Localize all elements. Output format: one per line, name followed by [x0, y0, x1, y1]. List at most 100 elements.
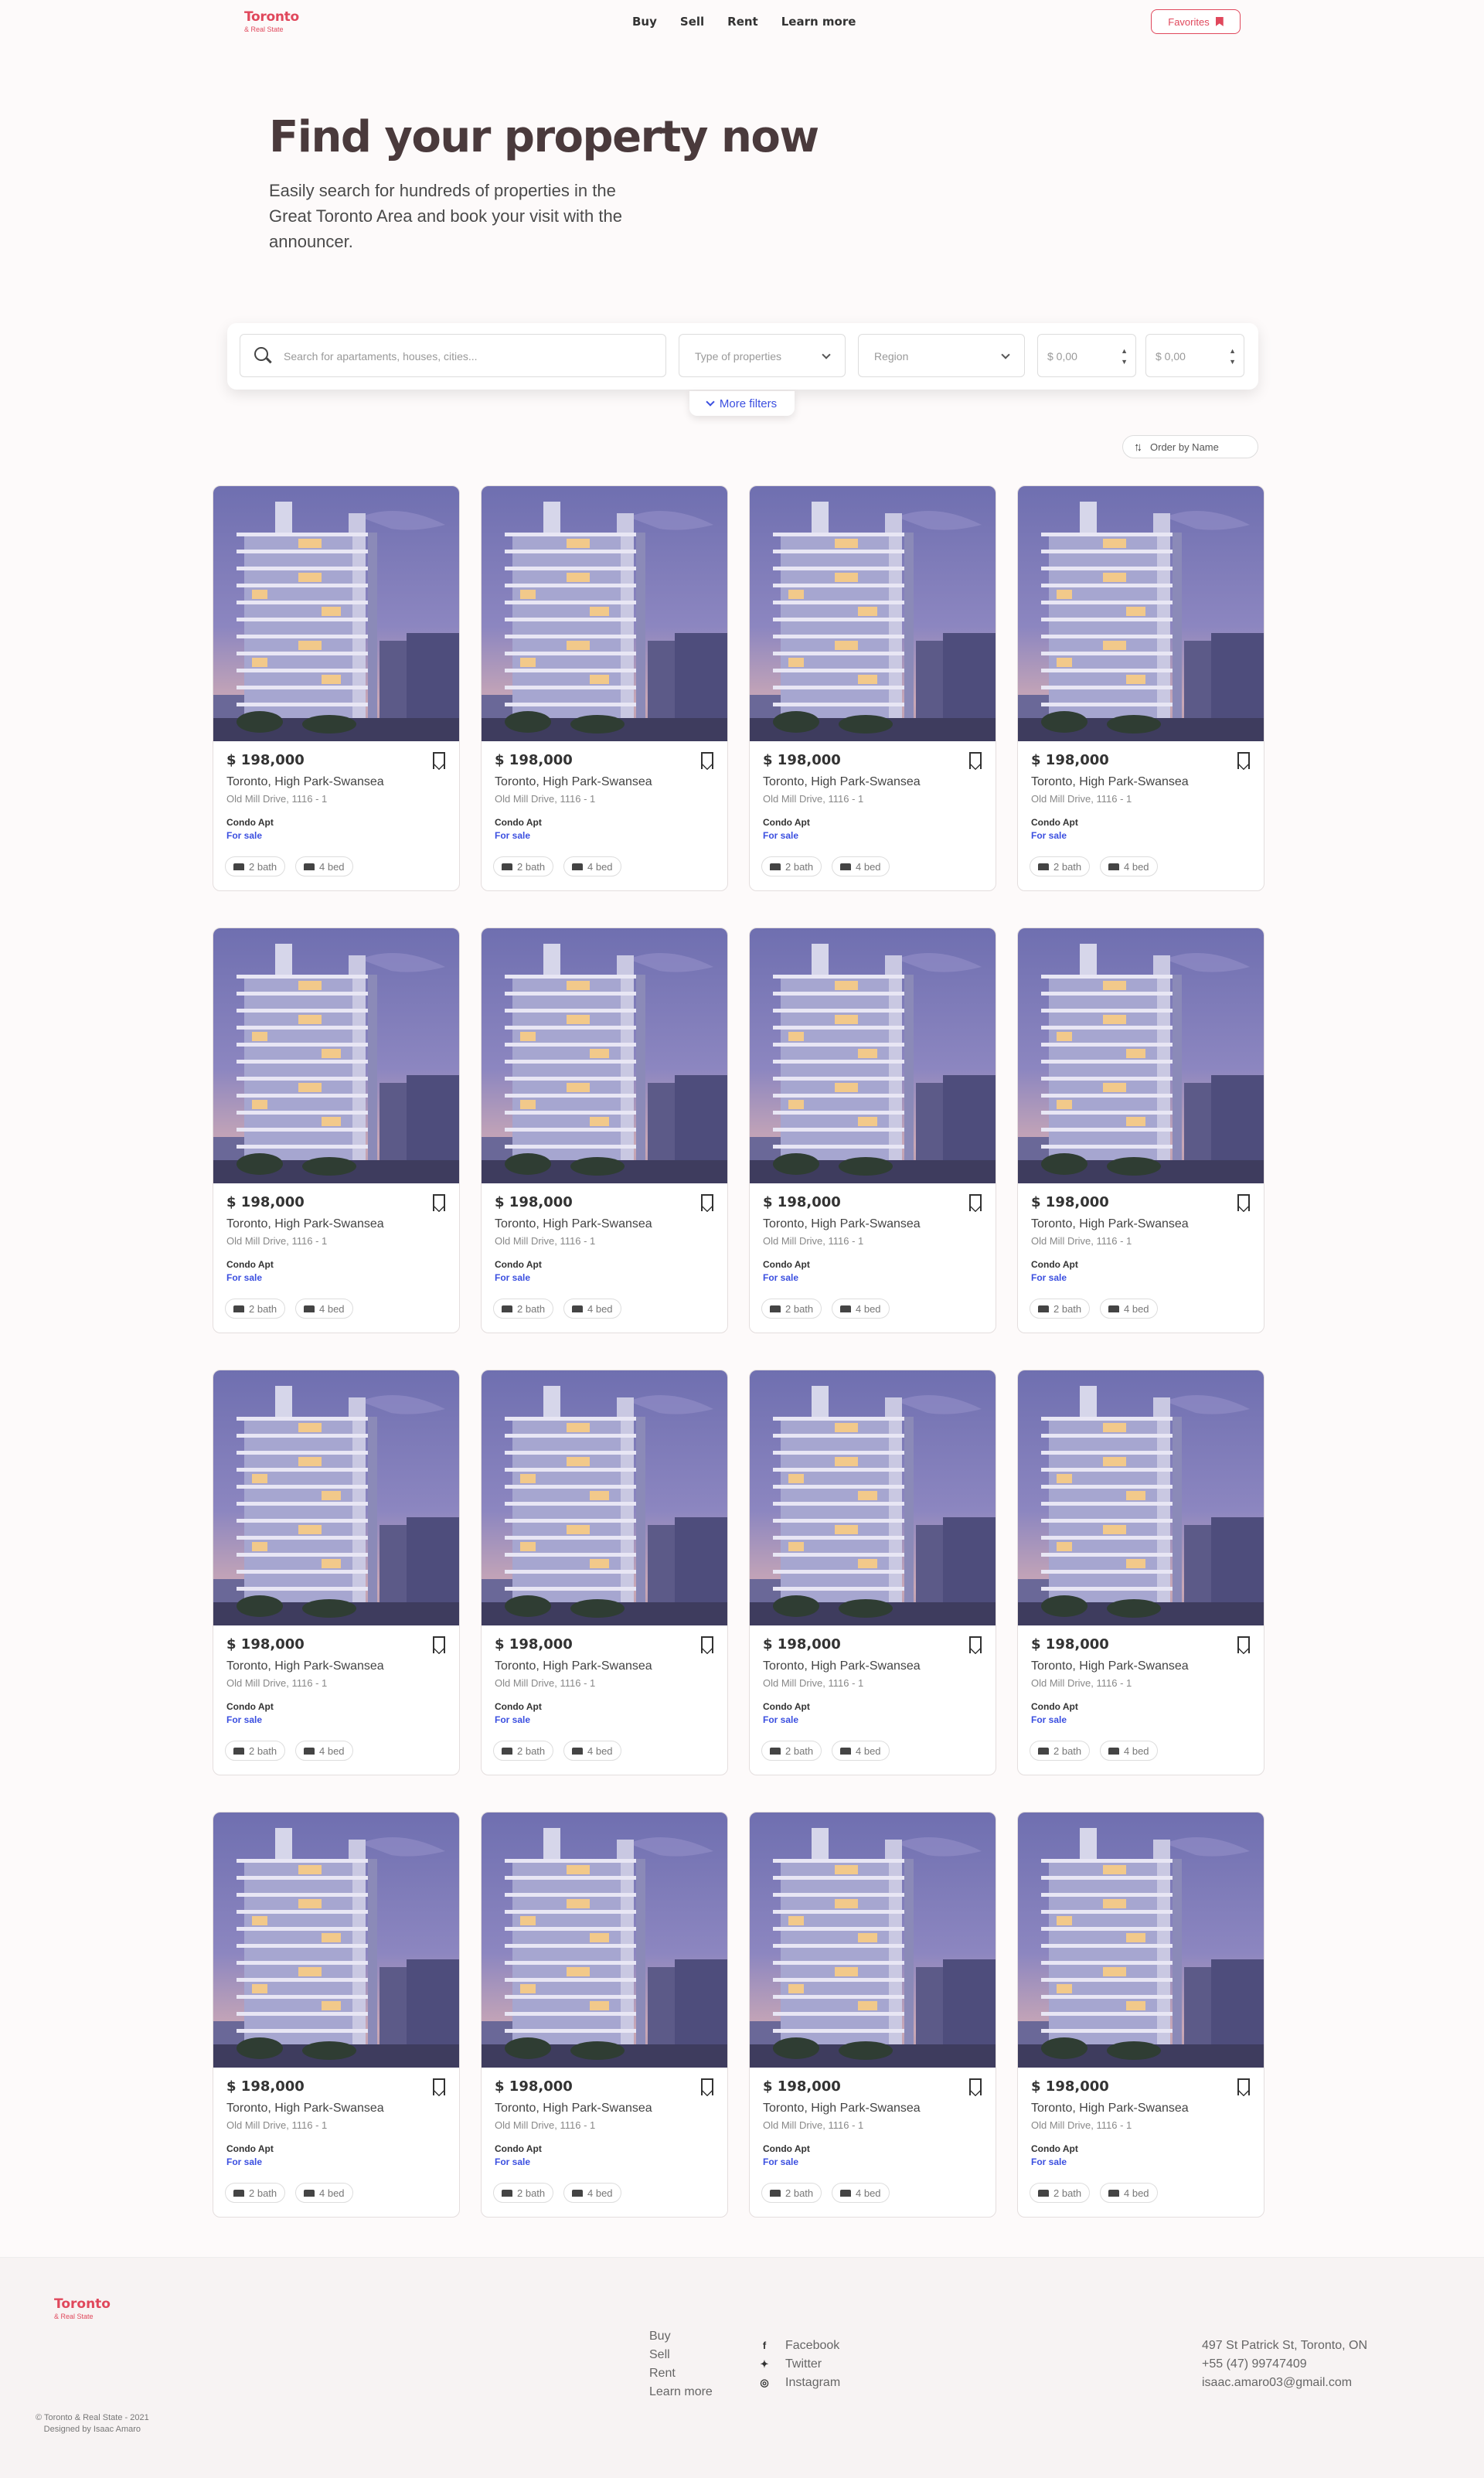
social-facebook[interactable]: f Facebook	[759, 2337, 840, 2355]
property-card[interactable]: $ 198,000 Toronto, High Park-Swansea Old…	[749, 1812, 996, 2218]
property-image[interactable]	[1018, 486, 1264, 741]
nav-rent[interactable]: Rent	[727, 15, 758, 29]
property-status: For sale	[1031, 1272, 1067, 1283]
property-image[interactable]	[213, 1813, 459, 2068]
property-card[interactable]: $ 198,000 Toronto, High Park-Swansea Old…	[749, 928, 996, 1333]
bookmark-icon[interactable]	[968, 1194, 982, 1212]
property-status: For sale	[226, 1714, 263, 1725]
nav-buy[interactable]: Buy	[632, 15, 657, 29]
bookmark-icon[interactable]	[700, 2078, 713, 2096]
bed-chip: 4 bed	[832, 1299, 890, 1319]
property-card[interactable]: $ 198,000 Toronto, High Park-Swansea Old…	[749, 1370, 996, 1775]
min-price-input[interactable]: $ 0,00 ▲ ▼	[1037, 334, 1136, 377]
property-card[interactable]: $ 198,000 Toronto, High Park-Swansea Old…	[481, 928, 728, 1333]
property-card[interactable]: $ 198,000 Toronto, High Park-Swansea Old…	[1017, 485, 1264, 891]
bookmark-icon[interactable]	[432, 752, 445, 770]
property-price: $ 198,000	[226, 2078, 305, 2095]
favorites-button[interactable]: Favorites	[1151, 9, 1241, 34]
property-image[interactable]	[482, 1813, 727, 2068]
property-image[interactable]	[1018, 1813, 1264, 2068]
property-type-select[interactable]: Type of properties	[679, 334, 846, 377]
region-select[interactable]: Region	[858, 334, 1025, 377]
bed-icon	[304, 2189, 315, 2197]
footer-link-buy[interactable]: Buy	[649, 2327, 713, 2346]
contact-phone[interactable]: +55 (47) 99747409	[1202, 2355, 1367, 2374]
property-image[interactable]	[482, 486, 727, 741]
bed-count: 4 bed	[856, 1302, 881, 1315]
property-card[interactable]: $ 198,000 Toronto, High Park-Swansea Old…	[749, 485, 996, 891]
property-card[interactable]: $ 198,000 Toronto, High Park-Swansea Old…	[481, 1812, 728, 2218]
logo[interactable]: Toronto & Real State	[244, 9, 299, 33]
property-card[interactable]: $ 198,000 Toronto, High Park-Swansea Old…	[213, 928, 460, 1333]
footer-link-sell[interactable]: Sell	[649, 2346, 713, 2364]
order-by-button[interactable]: ↑↓ Order by Name	[1122, 435, 1258, 458]
stepper-icon[interactable]: ▲ ▼	[1121, 345, 1128, 367]
designer-credit: Designed by Isaac Amaro	[43, 2425, 141, 2434]
bookmark-icon[interactable]	[1237, 2078, 1250, 2096]
search-icon	[254, 347, 268, 361]
bookmark-icon[interactable]	[432, 1194, 445, 1212]
search-input[interactable]: Search for apartaments, houses, cities..…	[240, 334, 666, 377]
footer-links: Buy Sell Rent Learn more	[649, 2327, 713, 2401]
property-price: $ 198,000	[763, 1194, 841, 1210]
more-filters-button[interactable]: More filters	[689, 391, 795, 416]
property-image[interactable]	[213, 928, 459, 1183]
property-status: For sale	[1031, 830, 1067, 841]
bookmark-icon[interactable]	[700, 752, 713, 770]
property-image[interactable]	[482, 1370, 727, 1625]
footer-link-rent[interactable]: Rent	[649, 2364, 713, 2383]
bathtub-icon	[502, 863, 512, 870]
bath-count: 2 bath	[249, 1302, 277, 1315]
property-card[interactable]: $ 198,000 Toronto, High Park-Swansea Old…	[213, 1812, 460, 2218]
property-type: Condo Apt	[1031, 817, 1078, 828]
bookmark-icon[interactable]	[432, 1636, 445, 1654]
contact-email[interactable]: isaac.amaro03@gmail.com	[1202, 2374, 1367, 2392]
property-image[interactable]	[213, 486, 459, 741]
favorites-label: Favorites	[1168, 15, 1210, 28]
social-instagram[interactable]: ◎ Instagram	[759, 2374, 840, 2392]
property-image[interactable]	[1018, 928, 1264, 1183]
bed-count: 4 bed	[856, 2187, 881, 2199]
bookmark-icon[interactable]	[968, 752, 982, 770]
bookmark-icon[interactable]	[700, 1636, 713, 1654]
property-image[interactable]	[1018, 1370, 1264, 1625]
max-price-input[interactable]: $ 0,00 ▲ ▼	[1145, 334, 1244, 377]
footer-link-learn-more[interactable]: Learn more	[649, 2383, 713, 2401]
bookmark-icon[interactable]	[1237, 1194, 1250, 1212]
property-image[interactable]	[482, 928, 727, 1183]
nav-learn-more[interactable]: Learn more	[781, 15, 856, 29]
property-image[interactable]	[750, 928, 996, 1183]
bookmark-icon[interactable]	[1237, 1636, 1250, 1654]
property-image[interactable]	[750, 486, 996, 741]
property-image[interactable]	[750, 1813, 996, 2068]
property-card[interactable]: $ 198,000 Toronto, High Park-Swansea Old…	[1017, 1370, 1264, 1775]
property-card[interactable]: $ 198,000 Toronto, High Park-Swansea Old…	[1017, 928, 1264, 1333]
social-twitter[interactable]: ✦ Twitter	[759, 2355, 840, 2374]
bookmark-icon[interactable]	[1237, 752, 1250, 770]
bed-count: 4 bed	[587, 2187, 613, 2199]
footer-logo[interactable]: Toronto & Real State	[54, 2296, 111, 2320]
property-image[interactable]	[750, 1370, 996, 1625]
property-address: Old Mill Drive, 1116 - 1	[1031, 2119, 1132, 2131]
bookmark-icon[interactable]	[700, 1194, 713, 1212]
property-location: Toronto, High Park-Swansea	[1031, 775, 1189, 788]
bed-chip: 4 bed	[832, 2183, 890, 2203]
property-card[interactable]: $ 198,000 Toronto, High Park-Swansea Old…	[213, 485, 460, 891]
property-card[interactable]: $ 198,000 Toronto, High Park-Swansea Old…	[481, 1370, 728, 1775]
property-price: $ 198,000	[1031, 1636, 1109, 1653]
bath-count: 2 bath	[1053, 860, 1082, 873]
property-card[interactable]: $ 198,000 Toronto, High Park-Swansea Old…	[481, 485, 728, 891]
property-image[interactable]	[213, 1370, 459, 1625]
bed-chip: 4 bed	[563, 1299, 621, 1319]
bookmark-icon[interactable]	[432, 2078, 445, 2096]
stepper-icon[interactable]: ▲ ▼	[1229, 345, 1236, 367]
nav-sell[interactable]: Sell	[680, 15, 704, 29]
property-card[interactable]: $ 198,000 Toronto, High Park-Swansea Old…	[1017, 1812, 1264, 2218]
property-address: Old Mill Drive, 1116 - 1	[495, 1235, 596, 1247]
property-type: Condo Apt	[226, 817, 274, 828]
top-bar: Toronto & Real State Buy Sell Rent Learn…	[0, 0, 1484, 45]
property-card[interactable]: $ 198,000 Toronto, High Park-Swansea Old…	[213, 1370, 460, 1775]
region-placeholder: Region	[874, 350, 909, 363]
bookmark-icon[interactable]	[968, 2078, 982, 2096]
bookmark-icon[interactable]	[968, 1636, 982, 1654]
